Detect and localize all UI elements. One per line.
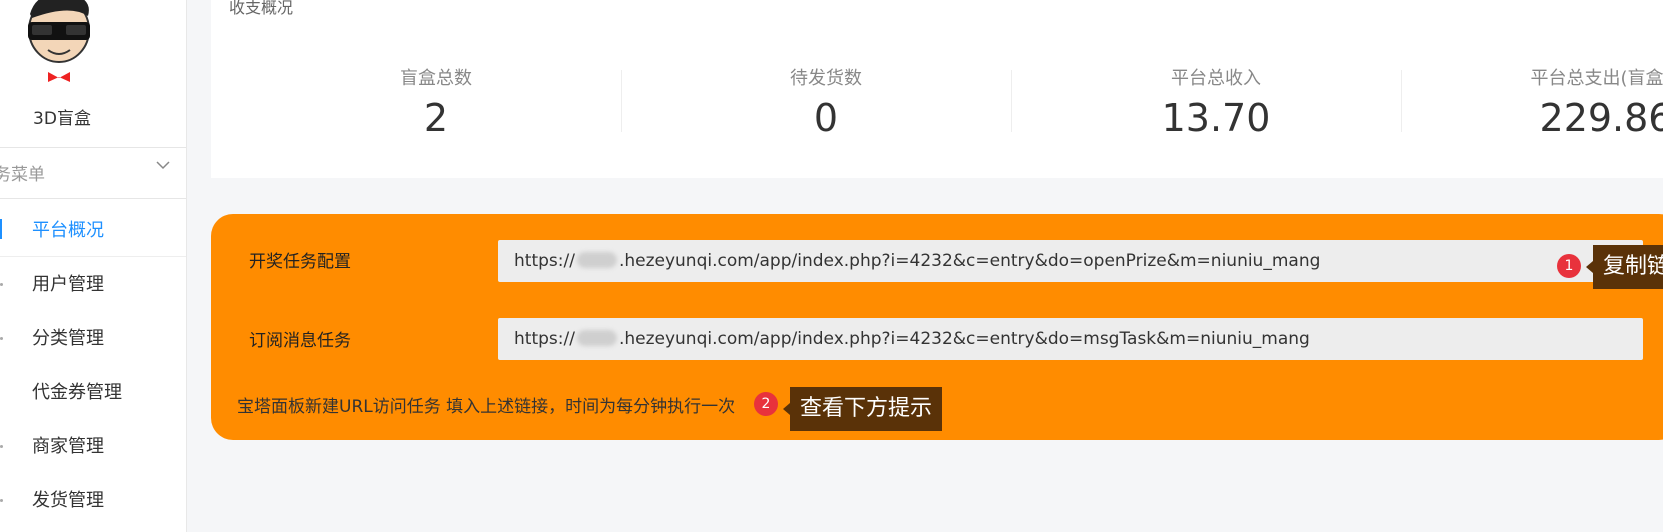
open-prize-task-label: 开奖任务配置	[249, 252, 351, 272]
step-badge-1: 1	[1557, 254, 1581, 278]
stat-value: 13.70	[1161, 96, 1271, 140]
stat-total-income: 平台总收入 13.70	[1021, 64, 1411, 140]
app-name: 3D盲盒	[33, 109, 91, 129]
task-config-panel: 开奖任务配置 https:// .hezeyunqi.com/app/index.…	[211, 214, 1663, 440]
step-badge-2: 2	[754, 392, 778, 416]
open-prize-url-field[interactable]: https:// .hezeyunqi.com/app/index.php?i=4…	[498, 240, 1643, 282]
bullet-icon	[0, 499, 3, 502]
msg-task-url-field[interactable]: https:// .hezeyunqi.com/app/index.php?i=4…	[498, 318, 1643, 360]
stat-pending-shipment: 待发货数 0	[631, 64, 1021, 140]
url-prefix: https://	[514, 329, 575, 349]
sidebar-item-merchants[interactable]: 商家管理	[0, 416, 186, 472]
sidebar-item-label: 代金券管理	[32, 382, 122, 403]
sidebar-item-categories[interactable]: 分类管理	[0, 308, 186, 364]
sidebar-item-overview[interactable]: 平台概况	[0, 200, 186, 256]
sidebar-item-label: 用户管理	[32, 274, 104, 295]
sidebar-item-label: 平台概况	[32, 220, 104, 241]
chevron-down-icon[interactable]	[156, 160, 170, 170]
bullet-icon	[0, 283, 3, 286]
active-indicator	[0, 219, 2, 239]
view-tip-label: 查看下方提示	[782, 387, 943, 431]
stat-value: 2	[423, 96, 449, 140]
stat-label: 盲盒总数	[400, 68, 472, 89]
divider	[621, 70, 622, 132]
stat-label: 平台总支出(盲盒回	[1530, 68, 1663, 89]
menu-header-label: 务菜单	[0, 165, 45, 185]
stat-box-count: 盲盒总数 2	[241, 64, 631, 140]
url-prefix: https://	[514, 251, 575, 271]
bullet-icon	[0, 337, 3, 340]
redacted-mask	[576, 252, 617, 268]
hint-text: 宝塔面板新建URL访问任务 填入上述链接，时间为每分钟执行一次	[237, 397, 736, 417]
menu-header[interactable]: 务菜单	[0, 147, 186, 199]
stats-card: 收支概况 盲盒总数 2 待发货数 0 平台总收入 13.70 平台总支出(盲盒回…	[211, 0, 1663, 178]
stat-label: 待发货数	[790, 68, 862, 89]
sidebar-item-shipping[interactable]: 发货管理	[0, 470, 186, 526]
sidebar-item-label: 发货管理	[32, 490, 104, 511]
copy-link-button[interactable]: 复制链接	[1585, 245, 1663, 289]
sidebar-item-users[interactable]: 用户管理	[0, 254, 186, 310]
sidebar-item-vouchers[interactable]: 代金券管理	[0, 362, 186, 418]
sidebar: 3D盲盒 务菜单 平台概况 用户管理 分类管理 代金券管理 商家管理 发货管理	[0, 0, 187, 532]
stats-title: 收支概况	[229, 0, 294, 17]
url-suffix: .hezeyunqi.com/app/index.php?i=4232&c=en…	[618, 251, 1321, 271]
sidebar-item-label: 分类管理	[32, 328, 104, 349]
stat-value: 229.86	[1539, 96, 1663, 140]
sidebar-item-label: 商家管理	[32, 436, 104, 457]
avatar	[28, 0, 90, 82]
msg-task-label: 订阅消息任务	[249, 331, 351, 351]
stat-total-expense: 平台总支出(盲盒回 229.86	[1411, 64, 1663, 140]
divider	[1011, 70, 1012, 132]
url-suffix: .hezeyunqi.com/app/index.php?i=4232&c=en…	[618, 329, 1310, 349]
stat-label: 平台总收入	[1171, 68, 1261, 89]
divider	[1401, 70, 1402, 132]
stat-value: 0	[813, 96, 839, 140]
redacted-mask	[576, 330, 617, 346]
bullet-icon	[0, 445, 3, 448]
